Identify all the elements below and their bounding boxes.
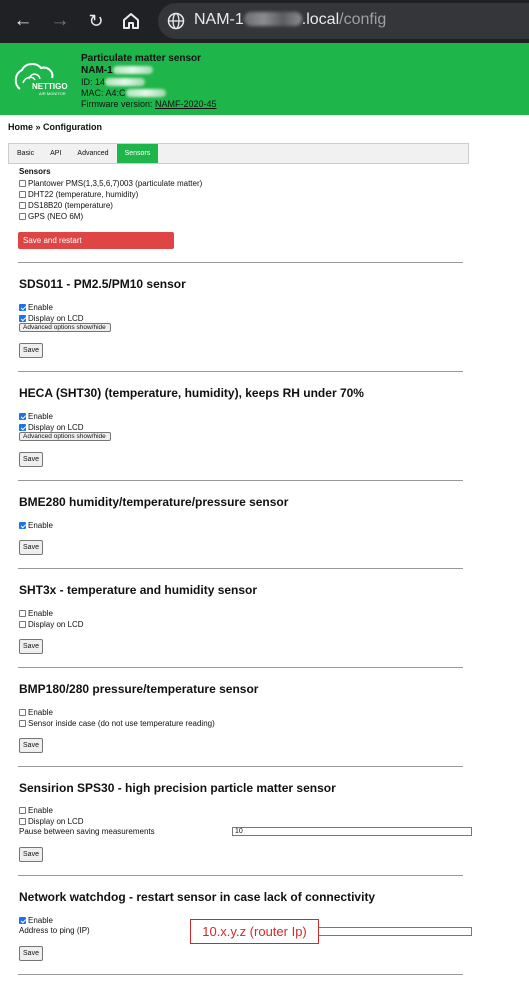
sensor-option-dht22[interactable]: DHT22 (temperature, humidity) xyxy=(19,190,138,199)
reload-icon[interactable]: ↻ xyxy=(84,9,108,33)
divider xyxy=(18,766,463,767)
heca-advanced-toggle-button[interactable]: Advanced options show/hide xyxy=(19,432,111,441)
sht3x-display-lcd[interactable]: Display on LCD xyxy=(19,620,84,629)
checkbox[interactable] xyxy=(19,522,26,529)
checkbox[interactable] xyxy=(19,424,26,431)
checkbox[interactable] xyxy=(19,610,26,617)
heca-enable[interactable]: Enable xyxy=(19,412,53,421)
divider xyxy=(18,262,463,263)
breadcrumb[interactable]: Home » Configuration xyxy=(8,122,102,132)
config-tabs: Basic API Advanced Sensors xyxy=(8,143,469,164)
checkbox[interactable] xyxy=(19,807,26,814)
browser-toolbar: ← → ↻ NAM-1 .local/config xyxy=(0,0,529,43)
address-bar[interactable]: NAM-1 .local/config xyxy=(158,3,529,39)
checkbox[interactable] xyxy=(19,180,26,187)
device-title: Particulate matter sensor xyxy=(81,53,202,64)
divider xyxy=(18,568,463,569)
nettigo-logo-icon: NETTIGO AIR MONITOR xyxy=(14,63,68,96)
annotation-callout: 10.x.y.z (router Ip) xyxy=(190,919,319,944)
back-arrow-icon[interactable]: ← xyxy=(11,9,35,33)
sds011-save-button[interactable]: Save xyxy=(19,343,43,358)
watchdog-enable[interactable]: Enable xyxy=(19,916,53,925)
site-info-icon[interactable] xyxy=(167,12,185,30)
tab-sensors[interactable]: Sensors xyxy=(116,144,159,163)
divider xyxy=(18,371,463,372)
checkbox[interactable] xyxy=(19,621,26,628)
firmware-version: Firmware version: NAMF-2020-45 xyxy=(81,99,217,109)
checkbox[interactable] xyxy=(19,191,26,198)
sensor-option-ds18b20[interactable]: DS18B20 (temperature) xyxy=(19,201,113,210)
home-icon[interactable] xyxy=(119,9,143,33)
tab-advanced[interactable]: Advanced xyxy=(69,144,116,163)
device-mac: MAC: A4:C xyxy=(81,88,217,99)
bmp180-enable[interactable]: Enable xyxy=(19,708,53,717)
watchdog-ping-label: Address to ping (IP) xyxy=(19,926,90,935)
device-info: Particulate matter sensor NAM-1 ID: 14 M… xyxy=(81,53,217,110)
sht3x-save-button[interactable]: Save xyxy=(19,639,43,654)
url-text: NAM-1 .local/config xyxy=(194,11,387,28)
page-header: NETTIGO AIR MONITOR Particulate matter s… xyxy=(0,43,529,115)
section-title-heca: HECA (SHT30) (temperature, humidity), ke… xyxy=(19,386,364,400)
checkbox[interactable] xyxy=(19,202,26,209)
checkbox[interactable] xyxy=(19,720,26,727)
checkbox[interactable] xyxy=(19,818,26,825)
divider xyxy=(18,974,463,975)
sds011-display-lcd[interactable]: Display on LCD xyxy=(19,314,84,323)
tab-api[interactable]: API xyxy=(42,144,69,163)
section-title-sps30: Sensirion SPS30 - high precision particl… xyxy=(19,781,336,795)
svg-text:AIR MONITOR: AIR MONITOR xyxy=(39,91,66,96)
checkbox[interactable] xyxy=(19,917,26,924)
divider xyxy=(18,875,463,876)
bme280-save-button[interactable]: Save xyxy=(19,540,43,555)
svg-text:NETTIGO: NETTIGO xyxy=(32,82,68,91)
section-title-bmp180: BMP180/280 pressure/temperature sensor xyxy=(19,682,259,696)
divider xyxy=(18,667,463,668)
sensor-option-gps[interactable]: GPS (NEO 6M) xyxy=(19,212,83,221)
firmware-link[interactable]: NAMF-2020-45 xyxy=(155,99,217,109)
section-title-bme280: BME280 humidity/temperature/pressure sen… xyxy=(19,495,289,509)
section-title-watchdog: Network watchdog - restart sensor in cas… xyxy=(19,890,376,904)
bmp180-inside-case[interactable]: Sensor inside case (do not use temperatu… xyxy=(19,719,215,728)
divider xyxy=(18,480,463,481)
sds011-advanced-toggle-button[interactable]: Advanced options show/hide xyxy=(19,323,111,332)
redacted-blur xyxy=(243,12,302,26)
sps30-pause-label: Pause between saving measurements xyxy=(19,827,155,836)
heca-save-button[interactable]: Save xyxy=(19,452,43,467)
sds011-enable[interactable]: Enable xyxy=(19,303,53,312)
watchdog-save-button[interactable]: Save xyxy=(19,946,43,961)
checkbox[interactable] xyxy=(19,413,26,420)
device-id: ID: 14 xyxy=(81,77,217,88)
checkbox[interactable] xyxy=(19,304,26,311)
sps30-save-button[interactable]: Save xyxy=(19,847,43,862)
checkbox[interactable] xyxy=(19,213,26,220)
section-title-sht3x: SHT3x - temperature and humidity sensor xyxy=(19,583,258,597)
sps30-pause-input[interactable]: 10 xyxy=(232,827,472,836)
sensors-heading: Sensors xyxy=(19,167,51,176)
checkbox[interactable] xyxy=(19,315,26,322)
bme280-enable[interactable]: Enable xyxy=(19,521,53,530)
device-name: NAM-1 xyxy=(81,65,217,77)
tab-basic[interactable]: Basic xyxy=(9,144,42,163)
forward-arrow-icon[interactable]: → xyxy=(48,9,72,33)
sensor-option-pms[interactable]: Plantower PMS(1,3,5,6,7)003 (particulate… xyxy=(19,179,202,188)
save-and-restart-button[interactable]: Save and restart xyxy=(18,232,174,249)
section-title-sds011: SDS011 - PM2.5/PM10 sensor xyxy=(19,277,186,291)
bmp180-save-button[interactable]: Save xyxy=(19,738,43,753)
sps30-enable[interactable]: Enable xyxy=(19,806,53,815)
checkbox[interactable] xyxy=(19,709,26,716)
sps30-display-lcd[interactable]: Display on LCD xyxy=(19,817,84,826)
sht3x-enable[interactable]: Enable xyxy=(19,609,53,618)
heca-display-lcd[interactable]: Display on LCD xyxy=(19,423,84,432)
